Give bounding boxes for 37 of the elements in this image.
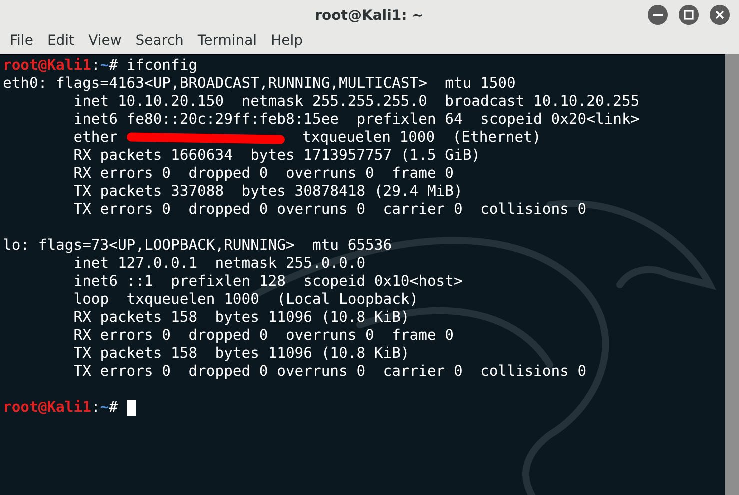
menu-item[interactable]: Edit: [40, 31, 82, 52]
prompt-separator: :: [91, 57, 100, 75]
output-text: TX errors 0 dropped 0 overruns 0 carrier 0 collisions 0: [72, 363, 587, 381]
prompt-path: ~: [100, 57, 110, 75]
output-text: RX errors 0 dropped 0 overruns 0 frame 0: [72, 165, 454, 183]
output-text: inet6 fe80::20c:29ff:feb8:15ee prefixlen 64 scopeid 0x20<link>: [72, 111, 640, 129]
output-text: inet 127.0.0.1 netmask 255.0.0.0: [72, 255, 366, 273]
scrollbar-track[interactable]: [725, 54, 739, 495]
output-text: RX packets 158 bytes 11096 (10.8 KiB): [72, 309, 410, 327]
menu-item[interactable]: File: [3, 31, 40, 52]
prompt-separator: :: [91, 399, 100, 417]
prompt-symbol: #: [109, 399, 118, 417]
output-text: TX packets 337088 bytes 30878418 (29.4 MiB): [72, 183, 463, 201]
prompt-path: ~: [100, 399, 110, 417]
menu-item[interactable]: Help: [264, 31, 310, 52]
maximize-icon[interactable]: [679, 5, 699, 25]
output-text: loop txqueuelen 1000 (Local Loopback): [72, 291, 419, 309]
output-text: ether: [72, 129, 119, 147]
output-text: RX packets 1660634 bytes 1713957757 (1.5 GiB): [72, 147, 481, 165]
output-text: eth0: flags=4163<UP,BROADCAST,RUNNING,MULTICAST> mtu 1500: [3, 75, 516, 93]
prompt-user-host: root@Kali1: [3, 399, 92, 417]
prompt-symbol: #: [109, 57, 118, 75]
menu-item[interactable]: View: [82, 31, 129, 52]
prompt-user-host: root@Kali1: [3, 57, 92, 75]
output-text: TX packets 158 bytes 11096 (10.8 KiB): [72, 345, 410, 363]
output-text: TX errors 0 dropped 0 overruns 0 carrier 0 collisions 0: [72, 201, 587, 219]
output-text: inet6 ::1 prefixlen 128 scopeid 0x10<host>: [72, 273, 463, 291]
command-text: ifconfig: [126, 57, 198, 75]
output-text: lo: flags=73<UP,LOOPBACK,RUNNING> mtu 65536: [3, 237, 392, 255]
output-text: RX errors 0 dropped 0 overruns 0 frame 0: [72, 327, 454, 345]
close-icon[interactable]: [710, 5, 730, 25]
menu-item[interactable]: Terminal: [190, 31, 264, 52]
window-title: root@Kali1: ~: [315, 8, 424, 24]
menu-item[interactable]: Search: [128, 31, 191, 52]
output-text: txqueuelen 1000 (Ethernet): [301, 129, 542, 147]
minimize-icon[interactable]: [648, 5, 668, 25]
output-text: inet 10.10.20.150 netmask 255.255.255.0 broadcast 10.10.20.255: [72, 93, 640, 111]
